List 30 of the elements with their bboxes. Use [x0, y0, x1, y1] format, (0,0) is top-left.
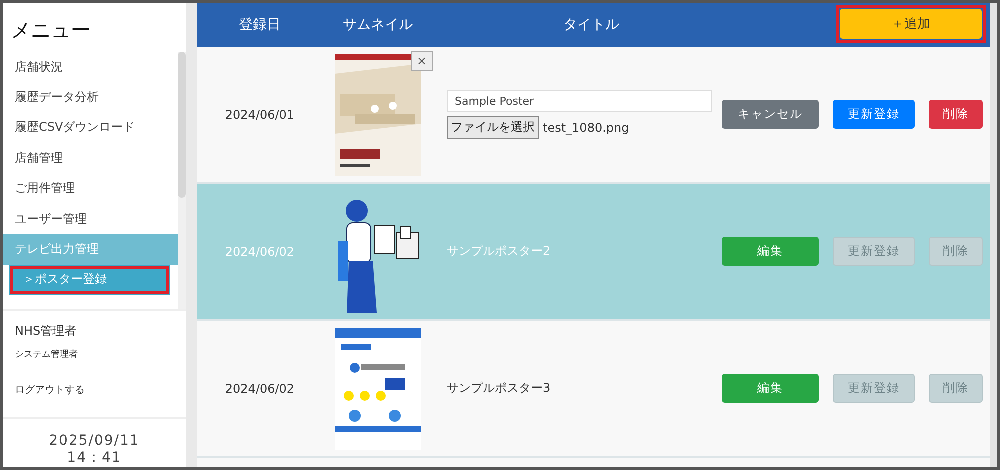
add-button[interactable]: ＋追加: [840, 9, 982, 39]
close-button[interactable]: ×: [411, 50, 433, 70]
scrollbar[interactable]: [990, 3, 997, 467]
sidebar-item[interactable]: ユーザー管理: [3, 204, 178, 234]
logout-link[interactable]: ログアウトする: [15, 383, 174, 397]
column-header: タイトル: [562, 16, 620, 34]
column-header: サムネイル: [342, 16, 414, 34]
date-cell-text: 2024/06/02: [224, 244, 296, 258]
date-cell-text: 2024/06/02: [224, 382, 296, 396]
sidebar-item[interactable]: 履歴データ分析: [3, 82, 178, 113]
file-name: test_1080.png: [543, 120, 630, 134]
sidebar-item[interactable]: 店舗状況: [3, 52, 178, 82]
user-role: システム管理者: [15, 348, 79, 361]
right-action-button[interactable]: 削除: [929, 100, 983, 129]
sidebar-item[interactable]: 店舗管理: [3, 143, 178, 174]
middle-action-button[interactable]: 更新登録: [833, 100, 915, 129]
menu-title: メニュー: [10, 17, 92, 44]
left-action-button[interactable]: キャンセル: [722, 100, 819, 129]
file-select-button[interactable]: ファイルを選択: [447, 116, 539, 139]
date-cell-text: 2024/06/01: [224, 108, 296, 122]
current-date: 2025/09/11: [49, 433, 140, 449]
title-cell-text: サンプルポスター2: [447, 243, 552, 260]
scrollbar[interactable]: [178, 52, 186, 309]
user-company: NHS管理者: [15, 323, 78, 340]
title-input[interactable]: Sample Poster: [447, 90, 712, 112]
column-header: 登録日: [238, 16, 282, 34]
current-time: 14：41: [67, 449, 122, 467]
title-cell-text: サンプルポスター3: [447, 380, 552, 397]
sidebar-item[interactable]: ご用件管理: [3, 174, 178, 204]
sidebar-item[interactable]: 履歴CSVダウンロード: [3, 112, 178, 144]
